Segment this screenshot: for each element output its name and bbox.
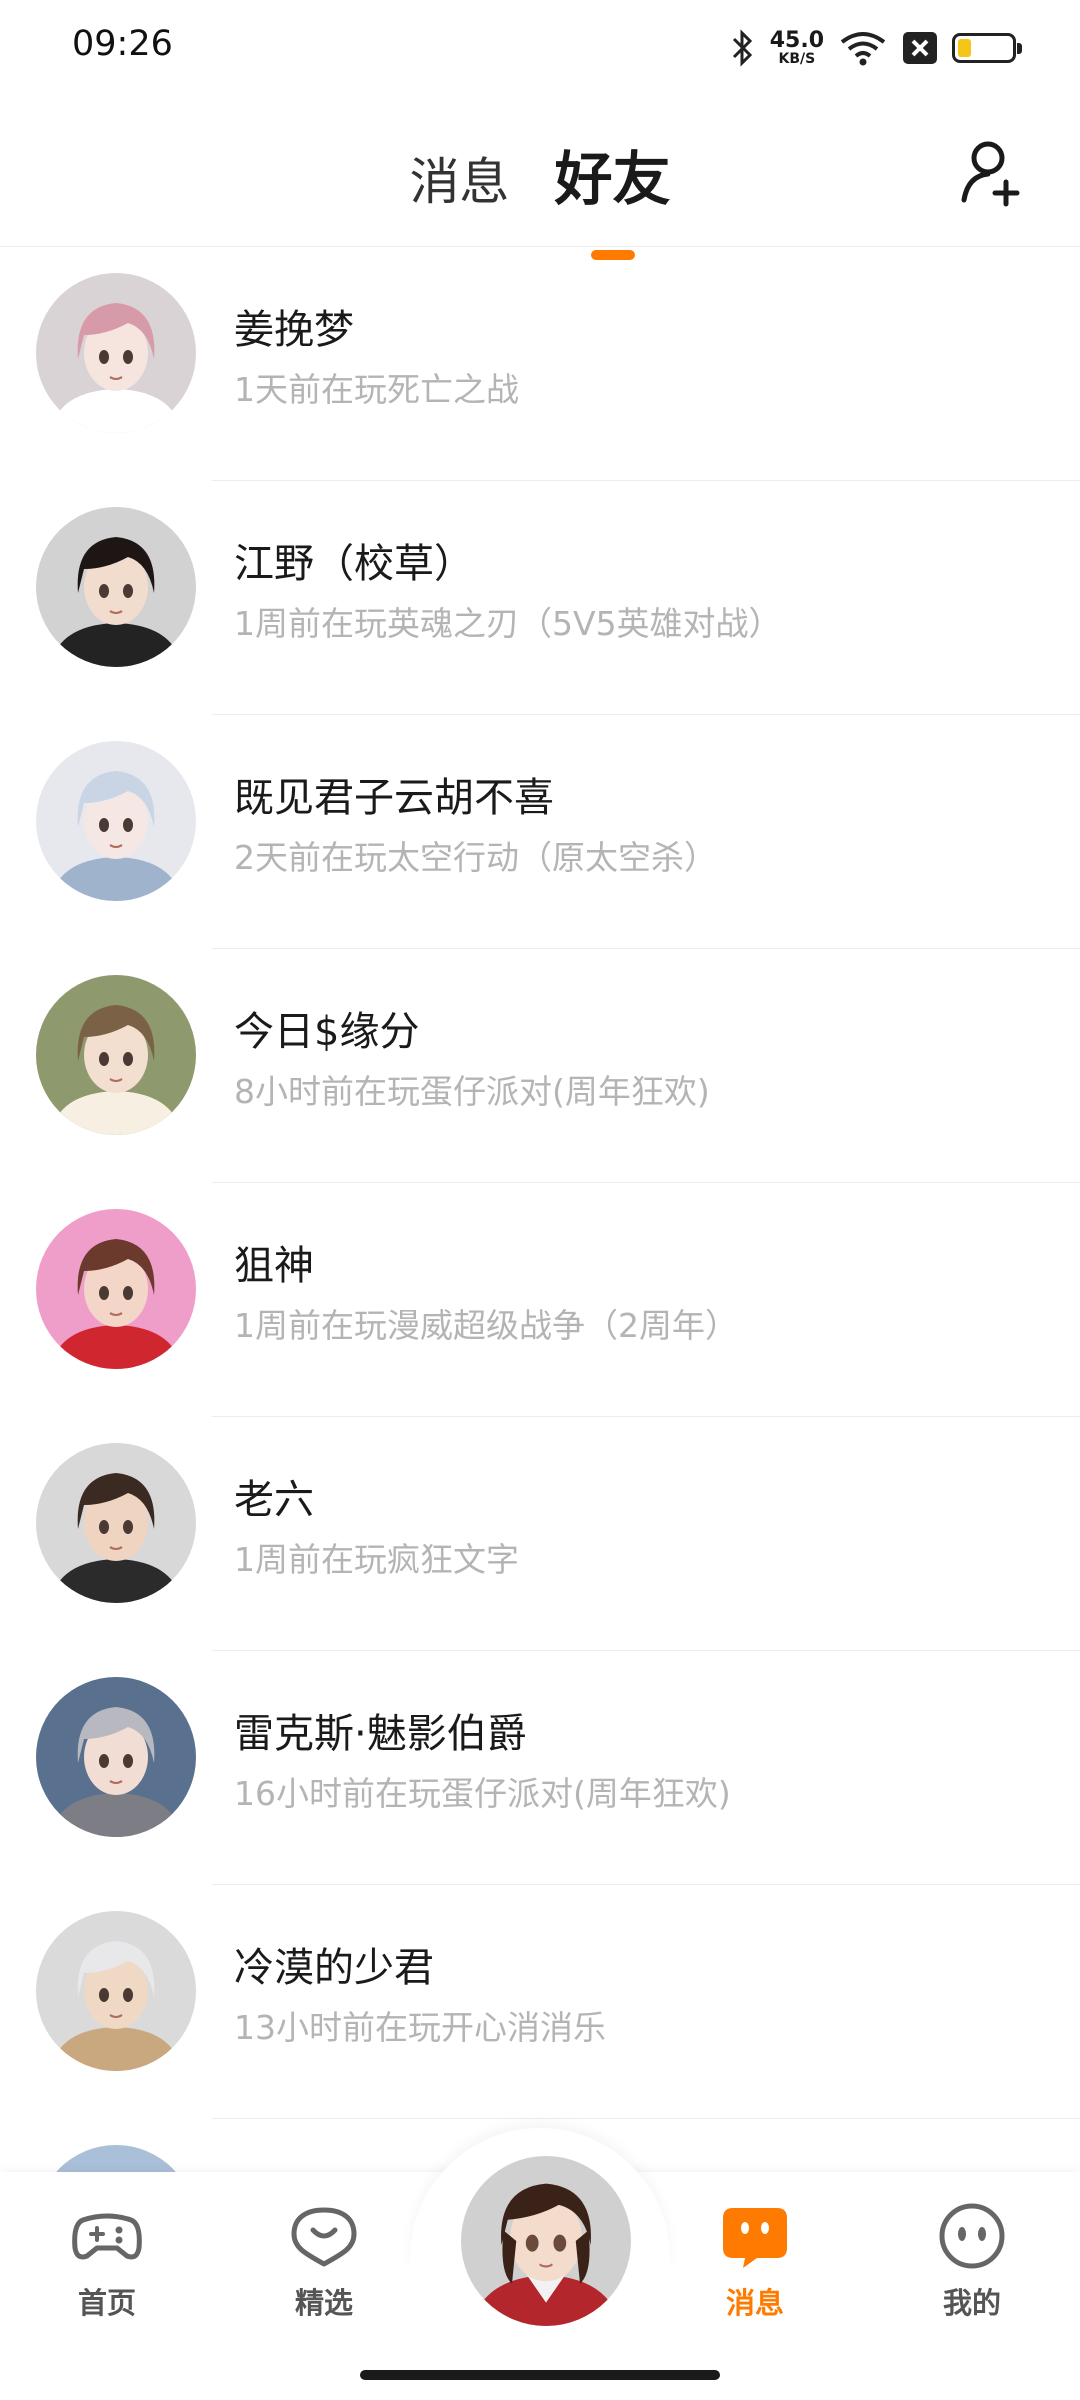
nav-featured[interactable]: 精选 [254, 2198, 394, 2322]
friend-avatar[interactable] [36, 1911, 196, 2071]
friend-list-item[interactable]: 狙神 1周前在玩漫威超级战争（2周年） [0, 1183, 1080, 1417]
friend-avatar[interactable] [36, 1677, 196, 1837]
add-friend-icon[interactable] [958, 138, 1028, 208]
friend-avatar[interactable] [36, 741, 196, 901]
friend-activity-status: 1周前在玩英魂之刃（5V5英雄对战） [234, 604, 782, 643]
nav-messages-label: 消息 [725, 2286, 784, 2320]
friend-list-item[interactable]: 今日$缘分 8小时前在玩蛋仔派对(周年狂欢) [0, 949, 1080, 1183]
friend-avatar[interactable] [36, 507, 196, 667]
friend-name: 雷克斯·魅影伯爵 [234, 1711, 527, 1757]
friend-name: 今日$缘分 [234, 1009, 420, 1055]
friend-avatar[interactable] [36, 1209, 196, 1369]
nav-profile[interactable]: 我的 [902, 2198, 1042, 2322]
nav-profile-label: 我的 [942, 2286, 1001, 2320]
friend-name: 姜挽梦 [234, 307, 354, 353]
friend-list-item[interactable]: 雷克斯·魅影伯爵 16小时前在玩蛋仔派对(周年狂欢) [0, 1651, 1080, 1885]
friend-name: 江野（校草） [234, 541, 474, 587]
status-bar: 09:26 45.0 KB/S [0, 0, 1080, 96]
friend-list-item[interactable]: 姜挽梦 1天前在玩死亡之战 [0, 247, 1080, 481]
status-icons: 45.0 KB/S [730, 26, 1022, 70]
wifi-icon [840, 32, 886, 66]
friend-list-item[interactable]: 江野（校草） 1周前在玩英魂之刃（5V5英雄对战） [0, 481, 1080, 715]
friend-activity-status: 2天前在玩太空行动（原太空杀） [234, 838, 717, 877]
friend-avatar[interactable] [36, 273, 196, 433]
home-indicator [360, 2370, 720, 2380]
center-avatar-button[interactable] [455, 2150, 637, 2332]
nav-messages[interactable]: 消息 [685, 2198, 825, 2322]
battery-icon [952, 33, 1022, 63]
bluetooth-icon [732, 29, 752, 67]
nav-home[interactable]: 首页 [37, 2198, 177, 2322]
network-speed: 45.0 KB/S [769, 28, 824, 67]
friend-activity-status: 13小时前在玩开心消消乐 [234, 2008, 606, 2047]
friend-name: 冷漠的少君 [234, 1945, 434, 1991]
friend-activity-status: 1周前在玩疯狂文字 [234, 1540, 519, 1579]
friend-avatar[interactable] [36, 975, 196, 1135]
battery-level-fill [958, 39, 971, 57]
friend-name: 既见君子云胡不喜 [234, 775, 554, 821]
tab-messages[interactable]: 消息 [409, 142, 509, 214]
tab-friends[interactable]: 好友 [554, 132, 671, 260]
chat-bubble-icon [723, 2208, 787, 2268]
friend-name: 狙神 [234, 1243, 314, 1289]
friend-avatar[interactable] [36, 1443, 196, 1603]
friend-activity-status: 8小时前在玩蛋仔派对(周年狂欢) [234, 1072, 710, 1111]
status-time: 09:26 [72, 24, 173, 64]
tab-friends-label: 好友 [554, 145, 671, 213]
friend-list-item[interactable]: 冷漠的少君 13小时前在玩开心消消乐 [0, 1885, 1080, 2119]
friend-name: 老六 [234, 1477, 314, 1523]
top-header: 消息 好友 [0, 96, 1080, 260]
friend-list-item[interactable]: 既见君子云胡不喜 2天前在玩太空行动（原太空杀） [0, 715, 1080, 949]
friend-activity-status: 16小时前在玩蛋仔派对(周年狂欢) [234, 1774, 731, 1813]
sim-disabled-icon [903, 32, 937, 64]
heart-bubble-icon [291, 2207, 357, 2267]
tab-bar: 消息 好友 [0, 132, 1080, 260]
friend-activity-status: 1周前在玩漫威超级战争（2周年） [234, 1306, 738, 1345]
nav-home-label: 首页 [77, 2286, 136, 2320]
nav-featured-label: 精选 [294, 2286, 353, 2320]
friend-activity-status: 1天前在玩死亡之战 [234, 370, 519, 409]
gamepad-icon [72, 2213, 142, 2260]
friend-list-item[interactable]: 老六 1周前在玩疯狂文字 [0, 1417, 1080, 1651]
friend-list: 姜挽梦 1天前在玩死亡之战江野（校草） 1周前在玩英魂之刃（5V5英雄对战） 既见君子… [0, 247, 1080, 2353]
face-icon [939, 2203, 1005, 2269]
center-avatar-image [461, 2156, 631, 2326]
